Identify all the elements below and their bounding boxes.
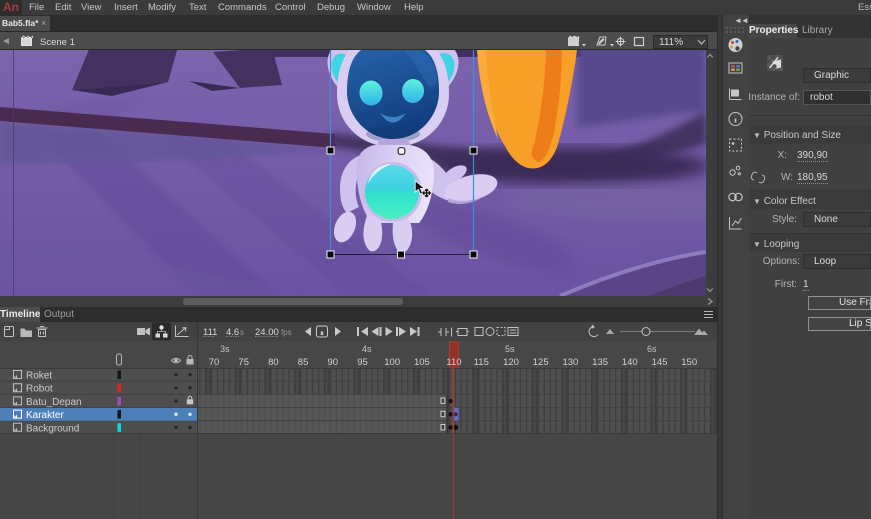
svg-text:Batu_Depan: Batu_Depan [26, 397, 82, 408]
svg-text:Robot: Robot [26, 384, 53, 395]
svg-text:105: 105 [414, 357, 430, 368]
svg-text:140: 140 [622, 357, 638, 368]
svg-text:145: 145 [652, 357, 668, 368]
svg-text:115: 115 [474, 357, 489, 368]
svg-text:100: 100 [384, 357, 400, 368]
svg-text:150: 150 [681, 357, 697, 368]
svg-text:4s: 4s [362, 344, 372, 354]
svg-text:111%: 111% [659, 37, 683, 48]
svg-text:Roket: Roket [26, 371, 52, 382]
svg-text:125: 125 [533, 357, 549, 368]
svg-text:130: 130 [562, 357, 578, 368]
svg-text:110: 110 [446, 357, 461, 368]
svg-text:Scene 1: Scene 1 [40, 37, 75, 48]
svg-text:135: 135 [592, 357, 608, 368]
svg-text:120: 120 [503, 357, 519, 368]
svg-text:5s: 5s [505, 344, 515, 354]
svg-text:Karakter: Karakter [26, 410, 64, 421]
svg-text:s: s [240, 328, 244, 337]
svg-text:4.6: 4.6 [226, 327, 239, 338]
svg-text:6s: 6s [647, 344, 657, 354]
svg-text:3s: 3s [220, 344, 230, 354]
svg-text:Background: Background [26, 423, 79, 434]
svg-text:fps: fps [281, 328, 292, 337]
